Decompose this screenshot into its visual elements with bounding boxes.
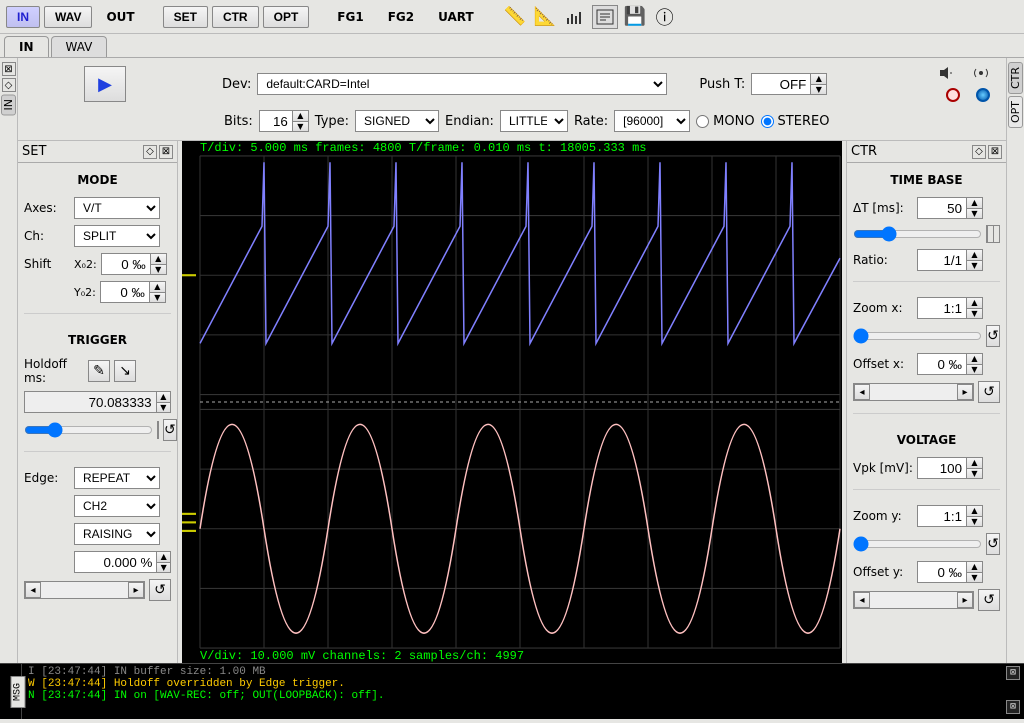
zoomy-slider[interactable] [853,535,982,553]
right-tab-opt[interactable]: OPT [1008,96,1023,128]
set-title: SET [22,144,46,159]
wav-button[interactable]: WAV [44,6,92,28]
notes-icon[interactable] [592,5,618,29]
fg2-button[interactable]: FG2 [378,7,424,27]
zoomy-input[interactable] [917,505,967,527]
tab-strip: IN WAV [0,34,1024,58]
holdoff-reset-icon[interactable]: ↺ [163,419,177,441]
type-select[interactable]: SIGNED [355,110,439,132]
ch-select[interactable]: SPLIT [74,225,160,247]
offy-scroll[interactable]: ◂▸ [853,591,974,609]
close-icon[interactable]: ⊠ [2,62,16,76]
holdoff-slider[interactable] [24,421,153,439]
info-icon[interactable]: ⓘ [652,5,678,29]
offx-scroll[interactable]: ◂▸ [853,383,974,401]
device-bar: ▶ Dev: default:CARD=Intel Push T: ▲▼ [18,58,1006,141]
log-line-1: [23:47:44] IN buffer size: 1.00 MB [41,666,265,678]
ctr-button[interactable]: CTR [212,6,259,28]
blue-led [976,88,990,102]
set-button[interactable]: SET [163,6,208,28]
trigger-header: TRIGGER [24,329,171,351]
undock-icon[interactable]: ◇ [972,145,986,159]
type-label: Type: [315,114,349,129]
console-close-icon[interactable]: ⊠ [1006,666,1020,680]
push-label: Push T: [699,77,745,92]
right-strip: CTR OPT [1006,58,1024,663]
console-pin-icon[interactable]: ⊠ [1006,700,1020,714]
bits-label: Bits: [224,114,253,129]
offx-reset-icon[interactable]: ↺ [978,381,1000,403]
edge-reset-icon[interactable]: ↺ [149,579,171,601]
mono-radio[interactable]: MONO [696,114,754,129]
edge-pct-input[interactable] [74,551,157,573]
close-icon[interactable]: ⊠ [159,145,173,159]
zoomx-slider[interactable] [853,327,982,345]
ctr-title: CTR [851,144,877,159]
log-line-2: [23:47:44] Holdoff overridden by Edge tr… [41,678,345,690]
offx-input[interactable] [917,353,967,375]
zoomx-input[interactable] [917,297,967,319]
dt-input[interactable] [917,197,967,219]
opt-button[interactable]: OPT [263,6,310,28]
ruler-icon[interactable]: 📐 [532,5,558,29]
x02-input[interactable] [101,253,151,275]
bars-icon[interactable] [562,5,588,29]
edge-dir-select[interactable]: RAISING [74,523,160,545]
ratio-input[interactable] [917,249,967,271]
message-console: MSG I [23:47:44] IN buffer size: 1.00 MB… [0,663,1024,719]
dev-label: Dev: [222,77,251,92]
measure-icon[interactable]: 📏 [502,5,528,29]
zoomx-reset-icon[interactable]: ↺ [986,325,1000,347]
push-value[interactable] [751,73,811,95]
edge-scroll[interactable]: ◂▸ [24,581,145,599]
undock-icon[interactable]: ◇ [143,145,157,159]
rate-label: Rate: [574,114,608,129]
endian-label: Endian: [445,114,494,129]
msg-tab[interactable]: MSG [11,675,26,707]
pin-icon[interactable]: ◇ [2,78,16,92]
tab-wav[interactable]: WAV [51,36,108,57]
red-led [946,88,960,102]
edge-select[interactable]: REPEAT [74,467,160,489]
scope-top-readout: T/div: 5.000 ms frames: 4800 T/frame: 0.… [200,141,838,155]
oscilloscope-display[interactable]: T/div: 5.000 ms frames: 4800 T/frame: 0.… [182,141,842,663]
close-icon[interactable]: ⊠ [988,145,1002,159]
save-icon[interactable]: 💾 [622,5,648,29]
play-button[interactable]: ▶ [84,66,126,102]
stereo-radio[interactable]: STEREO [761,114,830,129]
antenna-icon [972,66,990,80]
y02-input[interactable] [100,281,150,303]
zoomy-reset-icon[interactable]: ↺ [986,533,1000,555]
left-strip: ⊠ ◇ IN [0,58,18,663]
log-line-3: [23:47:44] IN on [WAV-REC: off; OUT(LOOP… [41,690,384,702]
device-select[interactable]: default:CARD=Intel [257,73,667,95]
endian-select[interactable]: LITTLE [500,110,568,132]
scope-bottom-readout: V/div: 10.000 mV channels: 2 samples/ch:… [200,649,838,663]
ctr-panel: CTR ◇⊠ TIME BASE ΔT [ms]:▲▼ Ratio:▲▼ Zoo… [846,141,1006,663]
tab-in[interactable]: IN [4,36,49,57]
offy-input[interactable] [917,561,967,583]
in-button[interactable]: IN [6,6,40,28]
rate-select[interactable]: [96000] [614,110,690,132]
axes-select[interactable]: V/T [74,197,160,219]
mode-header: MODE [24,169,171,191]
vpk-input[interactable] [917,457,967,479]
out-button[interactable]: OUT [96,7,144,27]
left-tab-in[interactable]: IN [1,94,16,115]
voltage-header: VOLTAGE [853,429,1000,451]
uart-button[interactable]: UART [428,7,484,27]
main-toolbar: IN WAV OUT SET CTR OPT FG1 FG2 UART 📏 📐 … [0,0,1024,34]
bits-select[interactable] [259,110,293,132]
set-panel: SET ◇⊠ MODE Axes:V/T Ch:SPLIT ShiftX₀2:▲… [18,141,178,663]
dt-slider[interactable] [853,225,982,243]
edge-ch-select[interactable]: CH2 [74,495,160,517]
offy-reset-icon[interactable]: ↺ [978,589,1000,611]
fg1-button[interactable]: FG1 [327,7,373,27]
speaker-icon [938,66,956,80]
holdoff-tool2-icon[interactable]: ↘ [114,360,136,382]
right-tab-ctr[interactable]: CTR [1008,62,1023,94]
timebase-header: TIME BASE [853,169,1000,191]
holdoff-tool1-icon[interactable]: ✎ [88,360,110,382]
holdoff-value [24,391,157,413]
